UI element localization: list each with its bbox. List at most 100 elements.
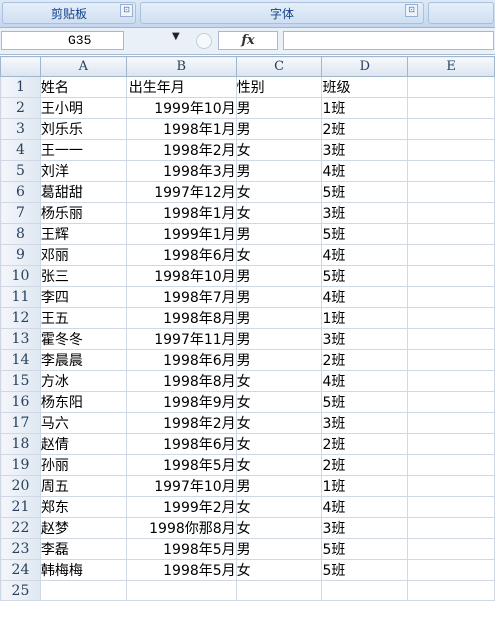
cell-a[interactable]: 姓名 [39,76,127,98]
select-all-corner[interactable] [0,56,41,77]
row-header[interactable]: 17 [0,412,41,434]
row-header[interactable]: 20 [0,475,41,497]
cell-e[interactable] [407,328,495,350]
cell-c[interactable]: 男 [235,328,323,350]
cell-d[interactable]: 4班 [321,496,409,518]
cell-e[interactable] [407,496,495,518]
cell-a[interactable]: 王五 [39,307,127,329]
cell-e[interactable] [407,307,495,329]
cell-b[interactable]: 1998年8月 [125,370,237,392]
cell-c[interactable]: 女 [235,202,323,224]
row-header[interactable]: 6 [0,181,41,203]
cell-c[interactable]: 男 [235,97,323,119]
formula-input[interactable] [283,31,494,50]
cell-b[interactable]: 1998年8月 [125,307,237,329]
cell-a[interactable]: 周五 [39,475,127,497]
cell-e[interactable] [407,76,495,98]
cell-b[interactable]: 1999年2月 [125,496,237,518]
cell-d[interactable]: 3班 [321,328,409,350]
cell-e[interactable] [407,475,495,497]
cell-d[interactable]: 4班 [321,160,409,182]
cell-a[interactable]: 马六 [39,412,127,434]
cell-b[interactable]: 1998年2月 [125,412,237,434]
cell-a[interactable]: 张三 [39,265,127,287]
cell-b[interactable]: 1999年10月 [125,97,237,119]
row-header[interactable]: 2 [0,97,41,119]
cell-c[interactable]: 女 [235,454,323,476]
cell-c[interactable]: 性别 [235,76,323,98]
cell-d[interactable]: 2班 [321,349,409,371]
column-header-c[interactable]: C [235,56,323,77]
cell-c[interactable]: 男 [235,286,323,308]
cell-d[interactable]: 3班 [321,202,409,224]
cell-c[interactable]: 女 [235,391,323,413]
cell-d[interactable]: 5班 [321,559,409,581]
column-header-a[interactable]: A [39,56,127,77]
cell-c[interactable]: 女 [235,433,323,455]
cell-e[interactable] [407,118,495,140]
row-header[interactable]: 7 [0,202,41,224]
cell-e[interactable] [407,286,495,308]
cell-b[interactable]: 1997年10月 [125,475,237,497]
cell-d[interactable]: 2班 [321,454,409,476]
cell-b[interactable]: 1997年12月 [125,181,237,203]
row-header[interactable]: 1 [0,76,41,98]
cell-b[interactable]: 1997年11月 [125,328,237,350]
cell-d[interactable]: 2班 [321,118,409,140]
row-header[interactable]: 15 [0,370,41,392]
row-header[interactable]: 16 [0,391,41,413]
cell-e[interactable] [407,559,495,581]
cell-a[interactable]: 王小明 [39,97,127,119]
row-header[interactable]: 13 [0,328,41,350]
cell-e[interactable] [407,265,495,287]
cell-b[interactable]: 1998年5月 [125,538,237,560]
row-header[interactable]: 8 [0,223,41,245]
cell-b[interactable]: 1998年10月 [125,265,237,287]
cell-a[interactable]: 方冰 [39,370,127,392]
cell-b[interactable]: 1998你那8月 [125,517,237,539]
cell-b[interactable]: 1998年1月 [125,202,237,224]
cell-a[interactable]: 杨乐丽 [39,202,127,224]
row-header[interactable]: 21 [0,496,41,518]
cell-b[interactable]: 出生年月 [125,76,237,98]
cell-c[interactable]: 女 [235,370,323,392]
row-header[interactable]: 4 [0,139,41,161]
cell-a[interactable]: 刘乐乐 [39,118,127,140]
cell-e[interactable] [407,433,495,455]
cell-d[interactable]: 5班 [321,265,409,287]
cell-d[interactable]: 5班 [321,223,409,245]
cell-e[interactable] [407,97,495,119]
cell-d[interactable]: 3班 [321,139,409,161]
cell-c[interactable]: 女 [235,559,323,581]
cell-e[interactable] [407,391,495,413]
cell-a[interactable]: 杨东阳 [39,391,127,413]
cell-c[interactable]: 男 [235,160,323,182]
cell-e[interactable] [407,517,495,539]
cell-b[interactable]: 1999年1月 [125,223,237,245]
cell-c[interactable]: 男 [235,538,323,560]
cell-e[interactable] [407,580,495,601]
row-header[interactable]: 24 [0,559,41,581]
cell-a[interactable]: 王一一 [39,139,127,161]
cell-c[interactable]: 女 [235,139,323,161]
cell-b[interactable]: 1998年5月 [125,454,237,476]
cell-e[interactable] [407,454,495,476]
clipboard-launcher-icon[interactable]: ⊡ [120,4,133,17]
cell-b[interactable]: 1998年6月 [125,433,237,455]
row-header[interactable]: 22 [0,517,41,539]
cell-b[interactable]: 1998年9月 [125,391,237,413]
cell-b[interactable]: 1998年7月 [125,286,237,308]
cell-b[interactable]: 1998年1月 [125,118,237,140]
cell-e[interactable] [407,160,495,182]
cell-d[interactable]: 2班 [321,433,409,455]
cell-c[interactable] [235,580,323,601]
row-header[interactable]: 25 [0,580,41,601]
cell-e[interactable] [407,181,495,203]
cell-a[interactable]: 李磊 [39,538,127,560]
cell-a[interactable]: 韩梅梅 [39,559,127,581]
name-box[interactable]: G35 [1,31,124,50]
cell-d[interactable]: 1班 [321,307,409,329]
cell-c[interactable]: 女 [235,181,323,203]
cell-a[interactable]: 赵倩 [39,433,127,455]
cell-b[interactable]: 1998年6月 [125,349,237,371]
